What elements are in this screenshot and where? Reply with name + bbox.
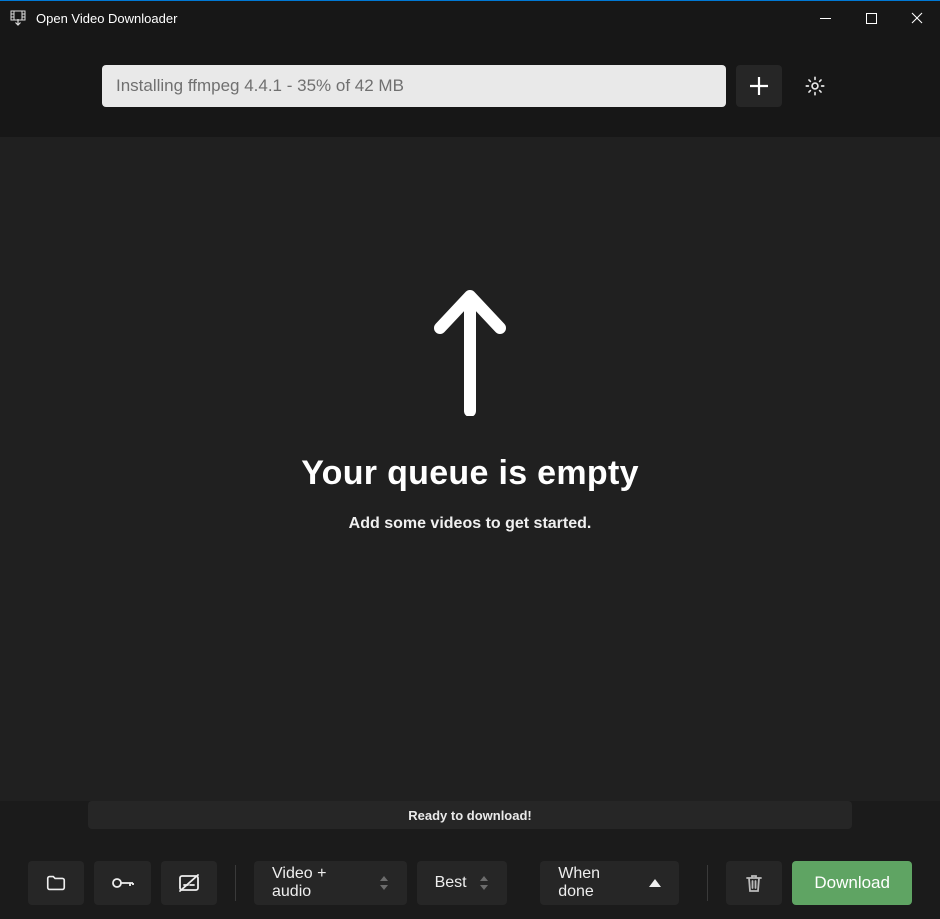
download-button-label: Download — [814, 873, 890, 893]
when-done-label: When done — [558, 865, 637, 901]
open-folder-button[interactable] — [28, 861, 84, 905]
app-window: Open Video Downloader — [0, 0, 940, 919]
queue-area: Your queue is empty Add some videos to g… — [0, 137, 940, 801]
caret-up-icon — [649, 879, 661, 887]
settings-button[interactable] — [792, 65, 838, 107]
quality-select[interactable]: Best — [417, 861, 507, 905]
sort-icon — [379, 876, 389, 890]
url-input[interactable] — [102, 65, 726, 107]
folder-icon — [45, 872, 67, 894]
when-done-select[interactable]: When done — [540, 861, 679, 905]
minimize-button[interactable] — [802, 1, 848, 35]
format-select-label: Video + audio — [272, 865, 367, 901]
credentials-button[interactable] — [94, 861, 150, 905]
plus-icon — [748, 75, 770, 97]
empty-queue-subtitle: Add some videos to get started. — [349, 515, 592, 533]
arrow-up-icon — [430, 286, 510, 416]
trash-icon — [744, 872, 764, 894]
separator — [707, 865, 708, 901]
sort-icon — [479, 876, 489, 890]
quality-select-label: Best — [435, 874, 467, 892]
status-bar: Ready to download! — [88, 801, 852, 829]
subtitles-button[interactable] — [161, 861, 217, 905]
status-text: Ready to download! — [408, 808, 532, 823]
url-toolbar — [0, 35, 940, 137]
bottom-toolbar: Video + audio Best When done Downlo — [0, 847, 940, 919]
subtitles-off-icon — [177, 872, 201, 894]
gear-icon — [804, 75, 826, 97]
app-logo-icon — [10, 10, 26, 26]
empty-queue-title: Your queue is empty — [301, 454, 639, 493]
maximize-button[interactable] — [848, 1, 894, 35]
window-title: Open Video Downloader — [36, 11, 177, 26]
download-button[interactable]: Download — [792, 861, 912, 905]
key-icon — [110, 872, 136, 894]
separator — [235, 865, 236, 901]
close-button[interactable] — [894, 1, 940, 35]
clear-queue-button[interactable] — [726, 861, 782, 905]
add-button[interactable] — [736, 65, 782, 107]
title-bar: Open Video Downloader — [0, 1, 940, 35]
format-select[interactable]: Video + audio — [254, 861, 407, 905]
